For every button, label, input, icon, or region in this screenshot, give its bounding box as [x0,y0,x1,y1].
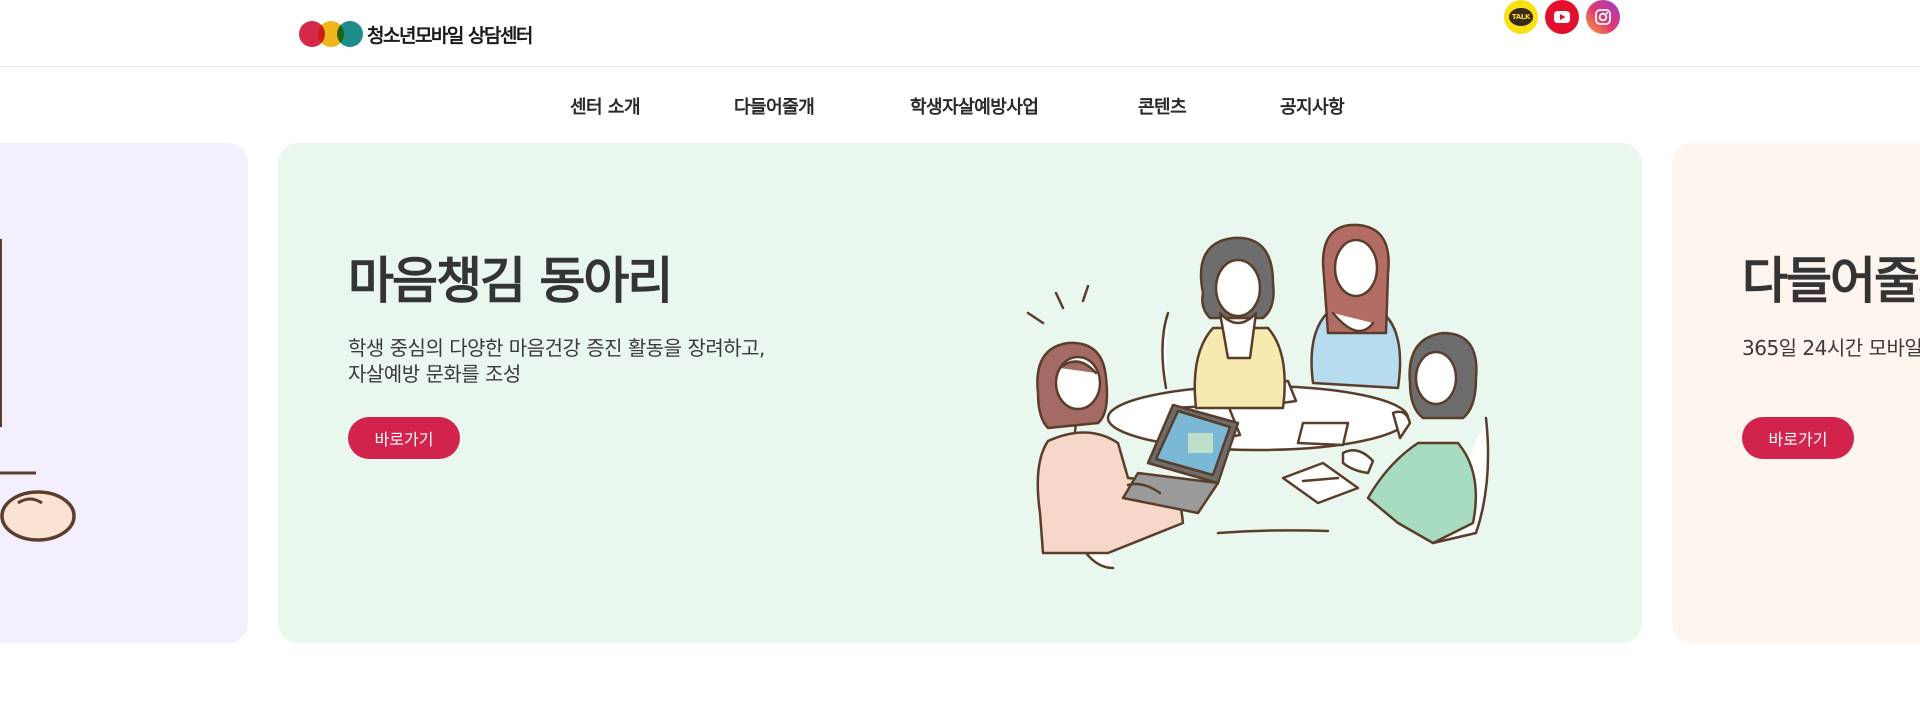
slide-mindfulness-club: 마음챙김 동아리 학생 중심의 다양한 마음건강 증진 활동을 장려하고, 자살… [278,143,1642,643]
slide-title: 마음챙김 동아리 [348,252,673,310]
mouse-illustration [0,239,76,542]
go-button[interactable]: 바로가기 [348,417,460,459]
nav-item-contents[interactable]: 콘텐츠 [1138,93,1187,119]
youtube-link[interactable] [1545,0,1579,34]
instagram-link[interactable] [1586,0,1620,34]
kakao-talk-link[interactable]: TALK [1504,0,1538,34]
logo-mark [299,19,363,49]
next-slide-description: 365일 24시간 모바일 [1742,336,1920,360]
slide-next[interactable]: 다들어줄개 365일 24시간 모바일 바로가기 [1672,143,1920,643]
youtube-icon [1554,11,1570,23]
logo-text: 청소년모바일 상담센터 [367,24,533,47]
next-go-button[interactable]: 바로가기 [1742,417,1854,459]
nav-item-listen[interactable]: 다들어줄개 [734,93,815,119]
main-nav: 센터 소개 다들어줄개 학생자살예방사업 콘텐츠 공지사항 [0,67,1920,142]
nav-item-suicide-prevention[interactable]: 학생자살예방사업 [910,93,1039,119]
kakao-talk-icon: TALK [1509,8,1533,26]
instagram-icon [1595,9,1611,25]
slide-previous[interactable] [0,143,248,643]
meeting-illustration [1026,223,1490,570]
nav-item-notice[interactable]: 공지사항 [1280,93,1345,119]
nav-item-center-intro[interactable]: 센터 소개 [570,93,641,119]
top-header: 청소년모바일 상담센터 TALK [0,0,1920,67]
next-slide-title: 다들어줄개 [1742,252,1920,310]
slide-description-line1: 학생 중심의 다양한 마음건강 증진 활동을 장려하고, [348,336,765,360]
site-logo[interactable]: 청소년모바일 상담센터 [299,19,533,49]
slide-description-line2: 자살예방 문화를 조성 [348,362,521,386]
